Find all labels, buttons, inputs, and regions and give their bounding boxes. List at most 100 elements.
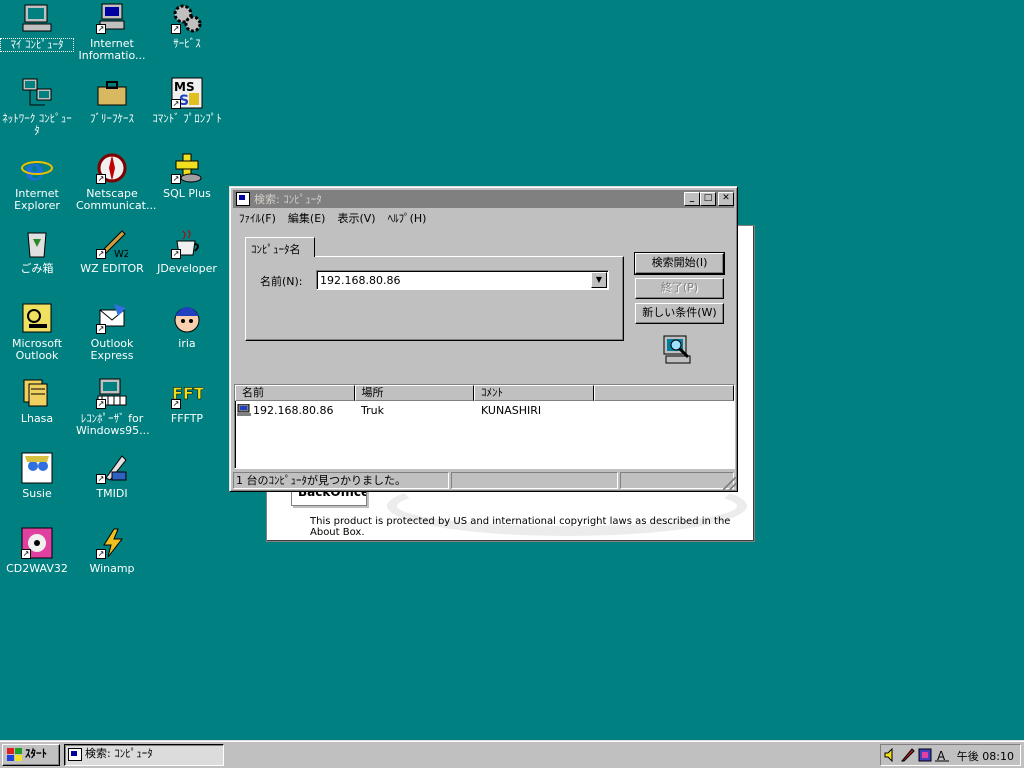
winamp-icon: ↗ [96,527,128,559]
ffftp-icon: FFTP ↗ [171,377,217,409]
speaker-icon[interactable] [884,747,898,763]
desktop-icon-ffftp[interactable]: FFTP ↗ FFFTP [150,377,224,425]
briefcase-icon [96,77,128,109]
desktop-icon-wz-editor[interactable]: WZ ↗ WZ EDITOR [75,227,149,275]
command-prompt-icon: MS S ↗ [171,77,203,109]
title-bar[interactable]: 検索: ｺﾝﾋﾟｭｰﾀ _ □ ✕ [233,190,734,208]
tab-computer-name[interactable]: ｺﾝﾋﾟｭｰﾀ名 [245,237,315,257]
status-bar: 1 台のｺﾝﾋﾟｭｰﾀが見つかりました。 [233,472,734,490]
computer-icon [237,403,251,416]
close-icon: ✕ [722,193,730,203]
maximize-button[interactable]: □ [700,192,716,206]
stop-button[interactable]: 終了(P) [635,278,724,299]
column-header-location[interactable]: 場所 [354,385,475,401]
search-computer-icon [662,334,694,366]
iria-icon [171,302,203,334]
jdeveloper-icon: ↗ [171,227,203,259]
internet-information-icon: ↗ [96,2,128,34]
desktop-icon-briefcase[interactable]: ﾌﾞﾘｰﾌｹｰｽ [75,77,149,125]
desktop-icon-susie[interactable]: Susie [0,452,74,500]
search-window-icon[interactable] [236,192,250,206]
sql-plus-icon: ↗ [171,152,203,184]
desktop-icon-outlook-express[interactable]: ↗ Outlook Express [75,302,149,362]
my-computer-icon [21,2,53,34]
results-list[interactable]: 名前 場所 ｺﾒﾝﾄ 192.168.80.86 Truk KUNASHIRI [234,384,735,469]
start-label: ｽﾀｰﾄ [25,747,47,760]
desktop-icon-internet-information[interactable]: ↗ Internet Informatio... [75,2,149,62]
results-header: 名前 場所 ｺﾒﾝﾄ [235,385,734,401]
internet-explorer-icon: e [21,152,53,188]
tab-panel: 名前(N): ▼ [245,256,624,341]
netscape-icon: ↗ [96,152,128,184]
desktop-icon-tmidi[interactable]: ↗ TMIDI [75,452,149,500]
result-name: 192.168.80.86 [253,404,334,417]
system-tray: A 午後 08:10 [880,744,1021,766]
search-computer-window[interactable]: 検索: ｺﾝﾋﾟｭｰﾀ _ □ ✕ ﾌｧｲﾙ(F) 編集(E) 表示(V) ﾍﾙ… [229,186,738,492]
result-location: Truk [361,404,384,417]
pen-icon[interactable] [900,748,915,762]
ime-icon[interactable] [918,748,932,762]
maximize-icon: □ [703,193,713,203]
start-search-button[interactable]: 検索開始(I) [634,252,725,275]
name-combobox[interactable]: ▼ [316,270,609,290]
desktop-icon-sql-plus[interactable]: ↗ SQL Plus [150,152,224,200]
svg-text:A: A [937,749,946,762]
search-window-icon [68,748,82,761]
desktop-icon-command-prompt[interactable]: MS S ↗ ｺﾏﾝﾄﾞ ﾌﾟﾛﾝﾌﾟﾄ [150,77,224,125]
clock[interactable]: 午後 08:10 [957,748,1014,764]
resize-grip[interactable] [723,477,736,490]
menu-help[interactable]: ﾍﾙﾌﾟ(H) [382,210,433,226]
close-button[interactable]: ✕ [718,192,734,206]
network-computer-icon [21,77,53,109]
services-icon: ↗ [171,2,203,34]
cd2wav-icon: ↗ [21,527,53,559]
status-pane-2 [451,472,618,489]
status-text: 1 台のｺﾝﾋﾟｭｰﾀが見つかりました。 [233,472,449,489]
desktop-icon-lhasa[interactable]: Lhasa [0,377,74,425]
desktop-icon-internet-explorer[interactable]: e Internet Explorer [0,152,74,212]
column-header-name[interactable]: 名前 [235,385,355,401]
desktop-icon-my-computer[interactable]: ﾏｲ ｺﾝﾋﾟｭｰﾀ [0,2,74,52]
desktop-icon-recomposer[interactable]: ↗ ﾚｺﾝﾎﾟｰｻﾞ for Windows95... [75,377,150,437]
desktop-icon-jdeveloper[interactable]: ↗ JDeveloper [150,227,224,275]
menu-view[interactable]: 表示(V) [331,210,381,226]
window-title: 検索: ｺﾝﾋﾟｭｰﾀ [254,193,322,206]
desktop-icon-winamp[interactable]: ↗ Winamp [75,527,149,575]
susie-icon [21,452,53,484]
taskbar-button-search[interactable]: 検索: ｺﾝﾋﾟｭｰﾀ [64,744,224,766]
desktop-icon-netscape[interactable]: ↗ Netscape Communicat... [75,152,156,212]
desktop-icon-services[interactable]: ↗ ｻｰﾋﾞｽ [150,2,224,50]
column-header-extra[interactable] [593,385,734,401]
minimize-button[interactable]: _ [684,192,700,206]
recycle-bin-icon [21,227,53,259]
font-size-icon[interactable]: A [935,748,949,763]
taskbar-button-label: 検索: ｺﾝﾋﾟｭｰﾀ [85,747,153,760]
svg-text:e: e [25,153,44,184]
minimize-icon: _ [689,193,695,203]
svg-text:WZ: WZ [114,249,128,259]
lhasa-icon [21,377,53,409]
column-header-comment[interactable]: ｺﾒﾝﾄ [474,385,594,401]
table-row[interactable]: 192.168.80.86 Truk KUNASHIRI [235,403,734,419]
menu-edit[interactable]: 編集(E) [282,210,332,226]
recomposer-icon: ↗ [96,377,128,409]
wz-editor-icon: WZ ↗ [96,227,131,260]
desktop-icon-iria[interactable]: iria [150,302,224,350]
menu-file[interactable]: ﾌｧｲﾙ(F) [233,210,282,226]
desktop-icon-cd2wav[interactable]: ↗ CD2WAV32 [0,527,74,575]
status-pane-3 [620,472,734,489]
name-input[interactable] [319,273,589,287]
start-button[interactable]: ｽﾀｰﾄ [2,744,60,766]
desktop-icon-network[interactable]: ﾈｯﾄﾜｰｸ ｺﾝﾋﾟｭｰﾀ [0,77,74,137]
result-name-cell: 192.168.80.86 [235,403,355,419]
new-search-button[interactable]: 新しい条件(W) [635,303,724,324]
outlook-express-icon: ↗ [96,302,128,334]
desktop-icon-outlook[interactable]: Microsoft Outlook [0,302,74,362]
dropdown-button[interactable]: ▼ [591,272,607,288]
name-label: 名前(N): [260,275,303,288]
desktop-icon-recycle-bin[interactable]: ごみ箱 [0,227,74,275]
copyright-notice: This product is protected by US and inte… [310,516,731,538]
svg-text:MS: MS [174,80,195,94]
tmidi-icon: ↗ [96,452,128,484]
menu-bar: ﾌｧｲﾙ(F) 編集(E) 表示(V) ﾍﾙﾌﾟ(H) [233,209,734,227]
